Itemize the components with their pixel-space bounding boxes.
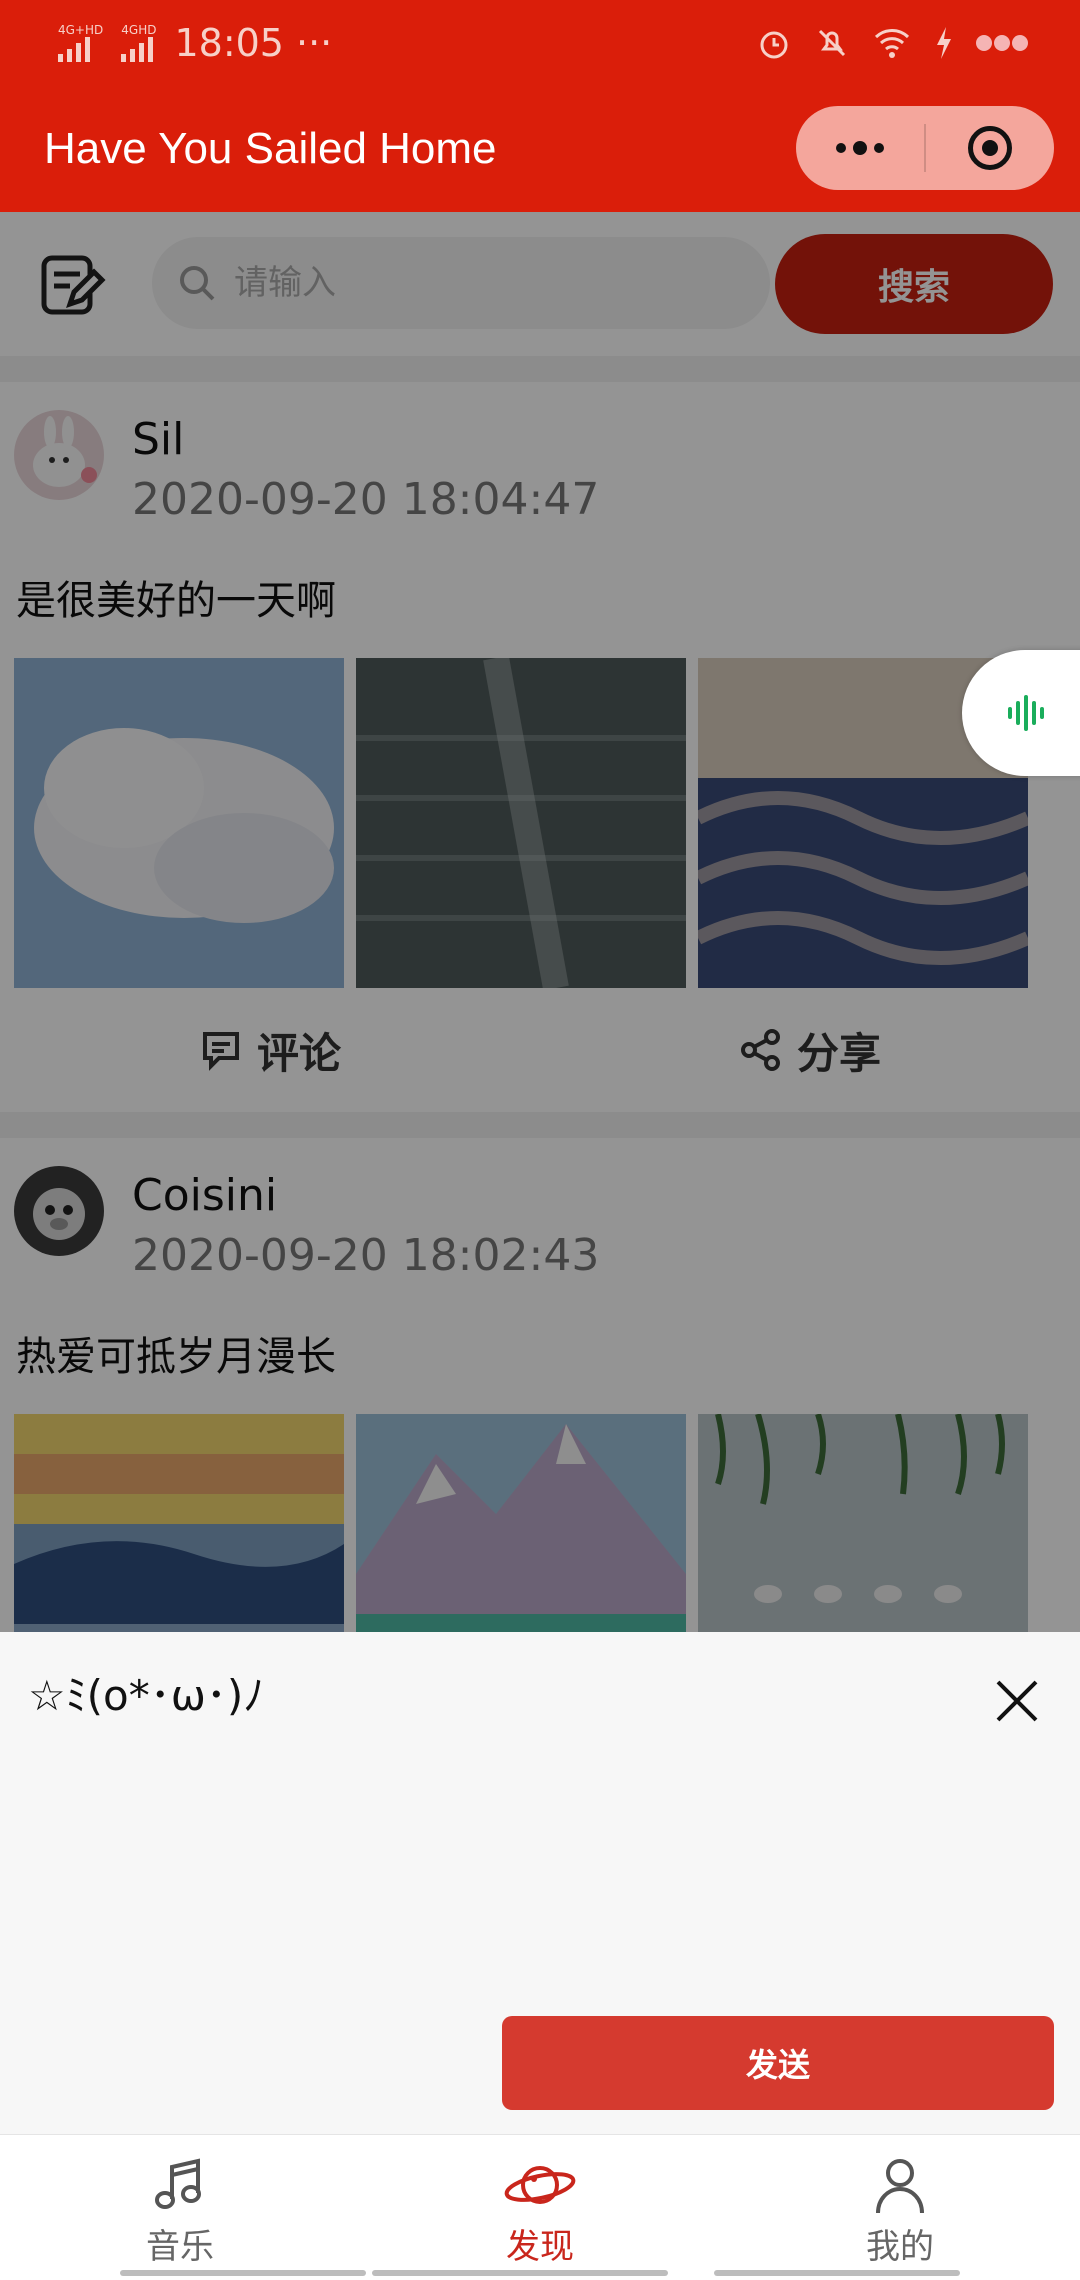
tab-discover-label: 发现 [506, 2227, 574, 2267]
title-bar: Have You Sailed Home [0, 86, 1080, 212]
miniprogram-capsule [796, 106, 1054, 190]
status-bar: 4G+HD 4GHD 18:05 ··· [0, 0, 1080, 86]
music-note-icon [155, 2158, 201, 2209]
tab-mine-label: 我的 [866, 2227, 934, 2267]
status-time: 18:05 [174, 21, 284, 65]
modal-backdrop[interactable] [0, 212, 1080, 1632]
status-right [756, 25, 1028, 61]
gesture-bar [714, 2270, 960, 2276]
signal-bars-icon [58, 36, 90, 62]
voice-float-button[interactable] [962, 650, 1080, 776]
app-title: Have You Sailed Home [44, 124, 497, 173]
comment-input[interactable]: ☆ﾐ(o*･ω･)ﾉ [28, 1662, 264, 1723]
signal-bars-icon [121, 36, 154, 62]
tab-mine[interactable]: 我的 [720, 2135, 1080, 2280]
target-icon [968, 126, 1012, 170]
planet-icon [504, 2166, 576, 2204]
more-dots-icon [836, 141, 884, 155]
gesture-bar [372, 2270, 668, 2276]
status-left: 4G+HD 4GHD 18:05 ··· [58, 21, 332, 65]
status-more: ··· [295, 21, 333, 65]
user-icon [876, 2159, 924, 2214]
network-1-label: 4G+HD [58, 23, 104, 37]
signal-2: 4GHD [121, 24, 156, 62]
signal-1: 4G+HD [58, 24, 103, 62]
charging-icon [937, 27, 951, 59]
voice-wave-icon [1008, 695, 1044, 731]
close-icon[interactable] [990, 1674, 1044, 1728]
tab-discover[interactable]: 发现 [360, 2135, 720, 2280]
top-bar: 4G+HD 4GHD 18:05 ··· Have You Sailed Hom… [0, 0, 1080, 212]
mute-icon [818, 29, 846, 57]
alarm-icon [760, 31, 788, 59]
gesture-bar [120, 2270, 366, 2276]
network-2-label: 4GHD [121, 23, 157, 37]
tab-music[interactable]: 音乐 [0, 2135, 360, 2280]
tab-bar: 音乐 发现 我的 [0, 2134, 1080, 2280]
comment-sheet: ☆ﾐ(o*･ω･)ﾉ 发送 [0, 1632, 1080, 2134]
tab-music-label: 音乐 [146, 2227, 214, 2267]
send-button[interactable]: 发送 [502, 2016, 1054, 2110]
battery-icon [976, 35, 1028, 51]
wifi-icon [874, 29, 910, 58]
more-button[interactable] [796, 106, 924, 190]
close-miniprogram-button[interactable] [926, 106, 1054, 190]
